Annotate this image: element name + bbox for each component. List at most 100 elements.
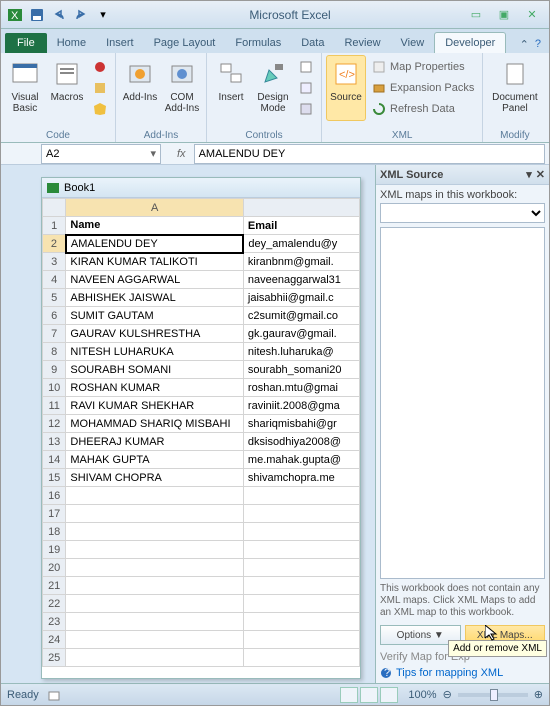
minimize-ribbon-icon[interactable]: ⌃ [520, 38, 529, 51]
cell[interactable] [66, 649, 244, 667]
cell[interactable]: GAURAV KULSHRESTHA [66, 325, 244, 343]
xml-tree-view[interactable] [380, 227, 545, 579]
tab-file[interactable]: File [5, 33, 47, 53]
cell[interactable] [66, 577, 244, 595]
tab-developer[interactable]: Developer [434, 32, 506, 53]
row-header[interactable]: 20 [43, 559, 66, 577]
cell[interactable]: SOURABH SOMANI [66, 361, 244, 379]
row-header[interactable]: 14 [43, 451, 66, 469]
col-header-b[interactable] [243, 199, 359, 217]
cell[interactable] [66, 523, 244, 541]
row-header[interactable]: 7 [43, 325, 66, 343]
row-header[interactable]: 3 [43, 253, 66, 271]
normal-view-button[interactable] [340, 687, 358, 703]
cell[interactable]: NAVEEN AGGARWAL [66, 271, 244, 289]
addins-button[interactable]: Add-Ins [120, 55, 160, 121]
cell[interactable]: RAVI KUMAR SHEKHAR [66, 397, 244, 415]
map-properties-button[interactable]: Map Properties [368, 57, 478, 77]
tab-formulas[interactable]: Formulas [225, 33, 291, 53]
macros-button[interactable]: Macros [47, 55, 87, 121]
row-header[interactable]: 15 [43, 469, 66, 487]
cell[interactable]: AMALENDU DEY [66, 235, 244, 253]
cell[interactable]: DHEERAJ KUMAR [66, 433, 244, 451]
cell[interactable] [243, 577, 359, 595]
cell[interactable] [66, 487, 244, 505]
properties-button[interactable] [295, 57, 317, 77]
cell[interactable]: kiranbnm@gmail. [243, 253, 359, 271]
refresh-data-button[interactable]: Refresh Data [368, 99, 478, 119]
minimize-button[interactable]: ▭ [467, 6, 485, 24]
undo-button[interactable] [49, 5, 69, 25]
row-header[interactable]: 2 [43, 235, 66, 253]
record-macro-button[interactable] [89, 57, 111, 77]
row-header[interactable]: 1 [43, 217, 66, 235]
cell[interactable]: SHIVAM CHOPRA [66, 469, 244, 487]
cell[interactable] [66, 631, 244, 649]
cell[interactable] [66, 595, 244, 613]
row-header[interactable]: 18 [43, 523, 66, 541]
cell[interactable]: MOHAMMAD SHARIQ MISBAHI [66, 415, 244, 433]
save-button[interactable] [27, 5, 47, 25]
cell[interactable] [243, 649, 359, 667]
cell[interactable] [243, 631, 359, 649]
row-header[interactable]: 22 [43, 595, 66, 613]
macro-record-icon[interactable] [47, 688, 61, 702]
cell[interactable]: MAHAK GUPTA [66, 451, 244, 469]
cell[interactable] [66, 505, 244, 523]
cell[interactable]: roshan.mtu@gmai [243, 379, 359, 397]
row-header[interactable]: 16 [43, 487, 66, 505]
row-header[interactable]: 10 [43, 379, 66, 397]
cell[interactable]: c2sumit@gmail.co [243, 307, 359, 325]
row-header[interactable]: 4 [43, 271, 66, 289]
row-header[interactable]: 5 [43, 289, 66, 307]
cell[interactable] [243, 595, 359, 613]
chevron-down-icon[interactable]: ▾ [150, 147, 156, 160]
cell[interactable] [243, 559, 359, 577]
tips-link[interactable]: ? Tips for mapping XML [380, 667, 545, 679]
cell[interactable]: ABHISHEK JAISWAL [66, 289, 244, 307]
cell[interactable]: ROSHAN KUMAR [66, 379, 244, 397]
row-header[interactable]: 25 [43, 649, 66, 667]
document-panel-button[interactable]: Document Panel [487, 55, 542, 121]
excel-icon[interactable]: X [5, 5, 25, 25]
cell[interactable]: jaisabhii@gmail.c [243, 289, 359, 307]
workbook-titlebar[interactable]: Book1 [42, 178, 360, 198]
page-layout-view-button[interactable] [360, 687, 378, 703]
row-header[interactable]: 23 [43, 613, 66, 631]
cell[interactable]: SUMIT GAUTAM [66, 307, 244, 325]
cell[interactable] [243, 541, 359, 559]
com-addins-button[interactable]: COM Add-Ins [162, 55, 202, 121]
cell[interactable]: raviniit.2008@gma [243, 397, 359, 415]
row-header[interactable]: 17 [43, 505, 66, 523]
col-header-a[interactable]: A [66, 199, 244, 217]
cell[interactable]: shivamchopra.me [243, 469, 359, 487]
cell[interactable] [243, 523, 359, 541]
cell[interactable]: Name [66, 217, 244, 235]
formula-input[interactable]: AMALENDU DEY [194, 144, 545, 164]
xml-source-button[interactable]: </> Source [326, 55, 366, 121]
name-box[interactable]: A2 ▾ [41, 144, 161, 164]
zoom-out-button[interactable]: ⊖ [443, 688, 452, 701]
tab-home[interactable]: Home [47, 33, 96, 53]
pane-dropdown-icon[interactable]: ▾ [526, 168, 532, 181]
help-icon[interactable]: ? [535, 38, 541, 51]
use-relative-button[interactable] [89, 78, 111, 98]
cell[interactable]: naveenaggarwal31 [243, 271, 359, 289]
row-header[interactable]: 24 [43, 631, 66, 649]
cell[interactable] [66, 559, 244, 577]
run-dialog-button[interactable] [295, 99, 317, 119]
tab-page-layout[interactable]: Page Layout [144, 33, 226, 53]
close-button[interactable]: ✕ [523, 6, 541, 24]
cell[interactable]: gk.gaurav@gmail. [243, 325, 359, 343]
qat-customize-icon[interactable]: ▾ [93, 5, 113, 25]
row-header[interactable]: 19 [43, 541, 66, 559]
pane-close-icon[interactable]: ✕ [536, 168, 545, 181]
cell[interactable]: dksisodhiya2008@ [243, 433, 359, 451]
row-header[interactable]: 6 [43, 307, 66, 325]
row-header[interactable]: 13 [43, 433, 66, 451]
design-mode-button[interactable]: Design Mode [253, 55, 293, 121]
zoom-slider[interactable] [458, 693, 528, 697]
cell[interactable]: shariqmisbahi@gr [243, 415, 359, 433]
xml-maps-select[interactable] [380, 203, 545, 223]
cell[interactable] [66, 541, 244, 559]
